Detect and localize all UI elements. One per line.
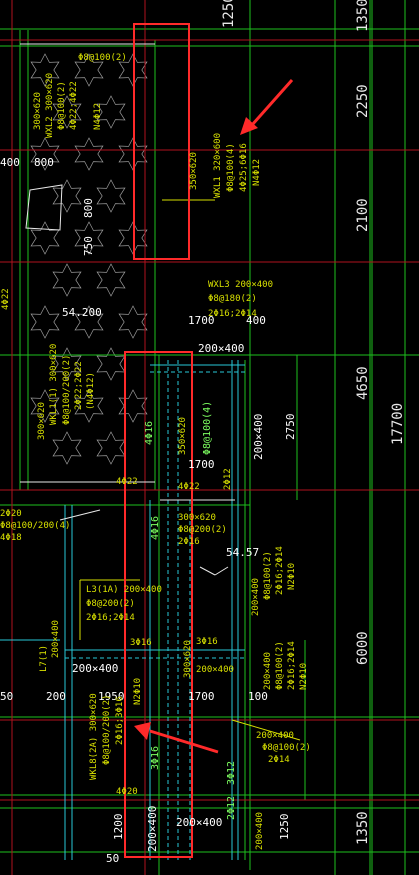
wxl1-bars: 4Φ25;6Φ16 [239,143,249,192]
l3-bars: 2Φ16;2Φ14 [86,613,135,623]
elev-54200: 54.200 [62,306,102,319]
vert-beam: 350×620 [189,152,199,190]
left-2: Φ8@100/200(4) [0,521,70,531]
r-2014: 2Φ16;2Φ14 [275,546,285,595]
left-1: 2Φ20 [0,509,22,519]
wxl1-stirrup: Φ8@100(4) [226,143,236,192]
dim-1700c: 1700 [188,690,215,703]
wxl3-name: WXL3 200×400 [208,280,273,290]
dim-top: 1250 [221,0,237,28]
side-4022: 4Φ22 [1,288,11,310]
wxl3-stirrup: Φ8@180(2) [208,294,257,304]
beam-200x400g: 200×400 [255,812,265,850]
v-4016b: 4Φ16 [150,516,161,540]
dim-seg4: 4650 [355,366,371,400]
wxl2-stirrup: Φ8@100(2) [57,81,67,130]
wxl2-head: 300×620 [33,92,43,130]
v-4020: 4Φ20 [116,787,138,797]
wkl1-bars: 2Φ22;2Φ22 [74,361,84,410]
v-2012: 2Φ12 [226,796,237,820]
v-4016: 4Φ16 [144,421,155,445]
dim-1700a: 1700 [188,314,215,327]
dim-seg1: 1350 [355,0,371,32]
elev-5457: 54.57 [226,546,259,559]
wxl2-bars: 4Φ22;4Φ22 [69,81,79,130]
beam-300x620: 300×620 [178,513,216,523]
dim-400b: 400 [246,314,266,327]
wkl1-name: WKL1(1) 300×620 [49,344,59,425]
r3-2014: 2Φ14 [268,755,290,765]
wxl1-name: WXL1 320×600 [213,133,223,198]
wxl2-name: WXL2 300×620 [45,73,55,138]
r2-stir: Φ8@100(2) [275,641,285,690]
top-stirrup: Φ8@100(2) [78,53,127,63]
dim-100: 100 [248,690,268,703]
r3-200x400: 200×400 [256,731,294,741]
wkl8-bars: 2Φ16;3Φ16 [115,696,125,745]
dim-seg5: 6000 [355,631,371,665]
dim-seg6: 1350 [355,811,371,845]
v-3012: 3Φ12 [226,761,237,785]
wkl1-n: (N4Φ12) [86,372,96,410]
beam-200x400d: 200×400 [196,665,234,675]
dim-800b: 800 [82,198,95,218]
wxl2-n: N4Φ12 [93,103,103,130]
vert-stir: Φ8@100(4) [202,401,213,455]
dim-1700b: 1700 [188,458,215,471]
wkl8-name: WKL8(2A) 300×620 [89,693,99,780]
dim-3016a: 3Φ16 [130,638,152,648]
n2010: N2Φ10 [133,678,143,705]
dim-seg2: 2250 [355,84,371,118]
wkl8-stirrup: Φ8@100/200(2) [102,695,112,765]
dim-50b: 50 [106,852,119,865]
wkl1-size: 300×620 [37,402,47,440]
wkl1-stirrup: Φ8@100/200(2) [62,355,72,425]
beam-200x400a: 200×400 [198,342,244,355]
beam-phi8: Φ8@200(2) [178,525,227,535]
r3-stir: Φ8@100(2) [262,743,311,753]
beam-300x620b: 300×620 [183,640,193,678]
left-3: 4Φ18 [0,533,22,543]
r2-200x400: 200×400 [263,652,273,690]
vert-350: 350×620 [178,417,188,455]
r-phi8: Φ8@100(2) [263,551,273,600]
dim-800a: 800 [34,156,54,169]
dim-50: 50 [0,690,13,703]
beam-phi16: 2Φ16 [178,537,200,547]
beam-200x400b: 200×400 [252,414,265,460]
dim-400: 400 [0,156,20,169]
l7: L7(1) [39,645,49,672]
l7-200x400: 200×400 [51,620,61,658]
l3-stirrup: Φ8@200(2) [86,599,135,609]
dim-3016b: 3Φ16 [196,637,218,647]
r2-bars: 2Φ16;2Φ14 [287,641,297,690]
r2-n: N2Φ10 [299,663,309,690]
dim-seg3: 2100 [355,198,371,232]
cad-drawing: 1250 1350 2250 2100 4650 17700 6000 1350… [0,0,419,875]
beam-200x400e: 200×400 [146,806,159,852]
dim-1250b: 1250 [278,814,291,841]
r-200x400: 200×400 [251,578,261,616]
dim-200: 200 [46,690,66,703]
beam-200x400c: 200×400 [72,662,118,675]
dim-2750: 2750 [284,414,297,441]
beam-200x400f: 200×400 [176,816,222,829]
dim-750: 750 [82,236,95,256]
dim-1200: 1200 [112,814,125,841]
bar-4022a: 4Φ22 [116,477,138,487]
l3-name: L3(1A) 200×400 [86,585,162,595]
dim-total: 17700 [390,403,406,445]
bar-4022b: 4Φ22 [178,482,200,492]
bar-2012: 2Φ12 [223,468,233,490]
v-3016: 3Φ16 [150,746,161,770]
wxl1-n: N4Φ12 [252,159,262,186]
r-n: N2Φ10 [287,563,297,590]
